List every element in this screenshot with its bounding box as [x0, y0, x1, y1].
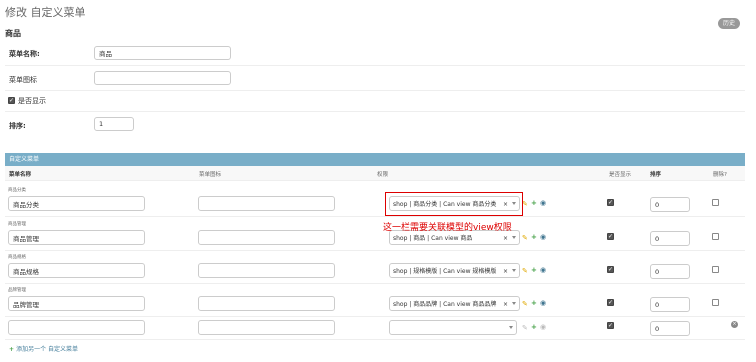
menu-name-label: 菜单名称: — [9, 50, 40, 58]
eye-icon: ◉ — [540, 323, 547, 331]
chevron-down-icon[interactable] — [509, 326, 513, 329]
row-permission-select[interactable]: shop | 商品品牌 | Can view 商品品牌 × — [389, 296, 520, 311]
x-icon[interactable]: × — [503, 301, 508, 308]
row-displayed-checkbox[interactable] — [607, 233, 614, 240]
row-sort-input[interactable]: 0 — [650, 231, 690, 246]
row-name-input[interactable]: 商品分类 — [8, 196, 145, 211]
pencil-icon[interactable]: ✎ — [522, 235, 528, 242]
column-header-displayed: 是否显示 — [609, 172, 632, 178]
inline-header: 自定义菜单 — [5, 153, 745, 166]
plus-icon[interactable]: + — [531, 200, 537, 207]
annotation-text: 这一栏需要关联模型的view权限 — [383, 223, 512, 233]
divider — [5, 250, 745, 251]
row-displayed-checkbox[interactable] — [607, 266, 614, 273]
column-header-permission: 权限 — [377, 172, 389, 178]
eye-icon[interactable]: ◉ — [540, 234, 546, 241]
row-permission-value: shop | 规格模版 | Can view 规格模版 — [393, 268, 497, 275]
x-icon[interactable]: × — [503, 235, 508, 242]
row-permission-select[interactable] — [389, 320, 517, 335]
row-sort-input[interactable]: 0 — [650, 297, 690, 312]
menu-icon-label: 菜单图标 — [9, 76, 37, 84]
chevron-down-icon[interactable] — [512, 269, 516, 272]
row-delete-checkbox[interactable] — [712, 233, 719, 240]
divider — [5, 316, 745, 317]
divider — [5, 283, 745, 284]
row-permission-value: shop | 商品品牌 | Can view 商品品牌 — [393, 301, 497, 308]
row-label: 商品分类 — [8, 188, 26, 193]
menu-name-input[interactable]: 商品 — [94, 46, 231, 60]
row-name-input[interactable] — [8, 320, 145, 335]
row-displayed-checkbox[interactable] — [607, 322, 614, 329]
divider — [5, 111, 745, 112]
divider — [5, 90, 745, 91]
row-permission-value: shop | 商品 | Can view 商品 — [393, 235, 473, 242]
pencil-icon[interactable]: ✎ — [522, 268, 528, 275]
row-label: 商品管理 — [8, 222, 26, 227]
pencil-icon[interactable]: ✎ — [522, 301, 528, 308]
row-displayed-checkbox[interactable] — [607, 199, 614, 206]
row-delete-checkbox[interactable] — [712, 199, 719, 206]
eye-icon[interactable]: ◉ — [540, 267, 546, 274]
row-sort-input[interactable]: 0 — [650, 321, 690, 336]
column-header-icon: 菜单图标 — [199, 172, 222, 178]
chevron-down-icon[interactable] — [512, 236, 516, 239]
row-icon-input[interactable] — [198, 320, 335, 335]
row-icon-input[interactable] — [198, 296, 335, 311]
plus-icon[interactable]: + — [531, 267, 537, 274]
plus-icon[interactable]: + — [531, 234, 537, 241]
row-permission-select[interactable]: shop | 规格模版 | Can view 规格模版 × — [389, 263, 520, 278]
annotation-box — [385, 192, 523, 216]
pencil-icon: ✎ — [522, 324, 528, 332]
menu-icon-input[interactable] — [94, 71, 231, 85]
column-header-row: 菜单名称 菜单图标 权限 是否显示 排序 删除? — [5, 166, 745, 181]
row-label: 品牌管理 — [8, 288, 26, 293]
row-displayed-checkbox[interactable] — [607, 299, 614, 306]
chevron-down-icon[interactable] — [512, 302, 516, 305]
sort-label: 排序: — [9, 122, 26, 130]
history-button[interactable]: 历史 — [718, 18, 740, 29]
row-name-input[interactable]: 商品管理 — [8, 230, 145, 245]
is-display-checkbox[interactable] — [8, 97, 15, 104]
row-delete-checkbox[interactable] — [712, 266, 719, 273]
section-title: 商品 — [5, 29, 21, 38]
column-header-name: 菜单名称 — [9, 172, 32, 178]
column-header-sort: 排序 — [650, 172, 662, 178]
column-header-delete: 删除? — [713, 172, 727, 178]
row-sort-input[interactable]: 0 — [650, 264, 690, 279]
eye-icon[interactable]: ◉ — [540, 300, 546, 307]
row-label: 商品规格 — [8, 255, 26, 260]
sort-input[interactable]: 1 — [94, 117, 134, 131]
row-icon-input[interactable] — [198, 230, 335, 245]
row-delete-checkbox[interactable] — [712, 299, 719, 306]
divider — [5, 339, 745, 340]
row-sort-input[interactable]: 0 — [650, 197, 690, 212]
plus-icon[interactable]: + — [531, 324, 537, 331]
is-display-label: 是否显示 — [18, 97, 46, 105]
row-name-input[interactable]: 商品规格 — [8, 263, 145, 278]
plus-icon[interactable]: + — [531, 300, 537, 307]
page-title: 修改 自定义菜单 — [5, 6, 86, 19]
row-name-input[interactable]: 品牌管理 — [8, 296, 145, 311]
divider — [5, 216, 745, 217]
row-icon-input[interactable] — [198, 263, 335, 278]
x-icon[interactable]: × — [503, 268, 508, 275]
add-another-link[interactable]: + 添加另一个 自定义菜单 — [9, 344, 78, 353]
close-circle-icon[interactable]: × — [731, 321, 738, 328]
row-icon-input[interactable] — [198, 196, 335, 211]
eye-icon[interactable]: ◉ — [540, 200, 546, 207]
divider — [5, 65, 745, 66]
